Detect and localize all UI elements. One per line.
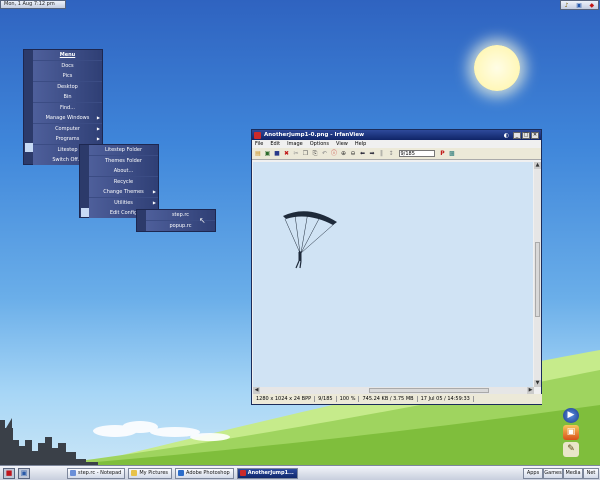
menu-item-litestep-folder[interactable]: Litestep Folder bbox=[89, 145, 158, 155]
menu-bar: File Edit Image Options View Help bbox=[252, 140, 541, 148]
paste-icon[interactable]: ⎘ bbox=[311, 150, 319, 158]
zoom-in-icon[interactable]: ⊕ bbox=[340, 150, 348, 158]
image-icon[interactable]: ▩ bbox=[448, 150, 456, 158]
print-icon[interactable]: ↕ bbox=[387, 150, 395, 158]
rollup-icon[interactable]: ◐ bbox=[504, 132, 509, 139]
submenu-arrow-icon: ▶ bbox=[152, 199, 156, 205]
image-canvas[interactable] bbox=[253, 162, 533, 387]
cloud bbox=[93, 421, 230, 441]
submenu-arrow-icon: ▶ bbox=[96, 115, 100, 120]
menu-item-recycle[interactable]: Recycle bbox=[89, 176, 158, 187]
skydiver-image bbox=[283, 211, 337, 269]
slideshow-icon[interactable]: ▣ bbox=[264, 150, 272, 158]
tab-apps[interactable]: Apps bbox=[523, 468, 543, 479]
menu-item-themes-folder[interactable]: Themes Folder bbox=[89, 155, 158, 166]
litestep-menu-checkbox bbox=[25, 142, 33, 152]
menu-edit[interactable]: Edit bbox=[270, 141, 280, 147]
menu-item-desktop[interactable]: Desktop bbox=[33, 81, 102, 92]
cut-icon[interactable]: ✂ bbox=[292, 150, 300, 158]
menu-item-docs[interactable]: Docs bbox=[33, 60, 102, 71]
task-irfanview[interactable]: AnotherJump1... bbox=[236, 467, 298, 479]
notepad-icon bbox=[70, 470, 76, 476]
status-zoom: 100 % bbox=[337, 396, 360, 402]
scroll-up-icon[interactable]: ▲ bbox=[534, 162, 541, 169]
submenu-arrow-icon: ▶ bbox=[96, 136, 100, 141]
status-filesize: 745.24 KB / 3.75 MB bbox=[359, 396, 418, 402]
menu-help[interactable]: Help bbox=[355, 141, 366, 147]
status-date: 17 Jul 05 / 14:59:33 bbox=[418, 396, 474, 402]
menu-item-bin[interactable]: Bin bbox=[33, 92, 102, 102]
mouse-cursor-icon: ↖ bbox=[199, 216, 206, 225]
menu-file[interactable]: File bbox=[255, 141, 263, 147]
window-title: AnotherJump1-0.png - IrfanView bbox=[264, 132, 365, 138]
scroll-down-icon[interactable]: ▼ bbox=[534, 380, 541, 387]
undo-icon[interactable]: ↶ bbox=[321, 150, 329, 158]
save-icon[interactable]: ■ bbox=[273, 150, 281, 158]
menu-item-pics[interactable]: Pics bbox=[33, 71, 102, 81]
photoshop-icon bbox=[178, 470, 185, 476]
status-dimensions: 1280 x 1024 x 24 BPP bbox=[253, 396, 316, 402]
pencil-icon[interactable]: ✎ bbox=[563, 442, 579, 457]
parachute-canopy bbox=[283, 211, 337, 225]
close-button[interactable]: ✕ bbox=[531, 131, 539, 139]
litestep-submenu: Litestep Folder Themes Folder About... R… bbox=[79, 144, 159, 218]
next-icon[interactable]: ➡ bbox=[368, 150, 376, 158]
dock: ▶ ▣ ✎ bbox=[563, 408, 581, 459]
tab-net[interactable]: Net bbox=[583, 468, 599, 479]
irfanview-icon bbox=[239, 470, 246, 476]
irfanview-icon bbox=[254, 131, 261, 139]
vertical-scrollbar[interactable]: ▲ ▼ bbox=[534, 162, 541, 387]
menu-view[interactable]: View bbox=[336, 141, 348, 147]
desktop-button[interactable]: ▣ bbox=[18, 467, 30, 479]
tab-games[interactable]: Games bbox=[543, 468, 563, 479]
menu-image[interactable]: Image bbox=[287, 141, 303, 147]
menu-item-about[interactable]: About... bbox=[89, 166, 158, 176]
page-number-field[interactable]: 9/185 bbox=[398, 150, 435, 157]
horizontal-scrollbar[interactable]: ◀ ▶ bbox=[253, 387, 534, 394]
task-notepad[interactable]: step.rc - Notepad bbox=[67, 467, 126, 479]
city-skyline bbox=[0, 418, 98, 470]
start-button[interactable]: ■ bbox=[3, 467, 15, 479]
title-bar[interactable]: AnotherJump1-0.png - IrfanView ◐ _ □ ✕ bbox=[252, 130, 541, 140]
copy-icon[interactable]: ❐ bbox=[302, 150, 310, 158]
scroll-right-icon[interactable]: ▶ bbox=[527, 387, 534, 394]
taskbar: ■ ▣ step.rc - Notepad My Pictures Adobe … bbox=[0, 465, 600, 480]
menu-item-manage-windows[interactable]: Manage Windows ▶ bbox=[33, 113, 102, 123]
photo-icon[interactable]: ▣ bbox=[563, 425, 579, 440]
parachutist bbox=[295, 251, 302, 269]
menu-item-programs[interactable]: Programs ▶ bbox=[33, 134, 102, 144]
pause-icon[interactable]: ‖ bbox=[378, 150, 386, 158]
maximize-button[interactable]: □ bbox=[522, 131, 530, 139]
toolbar: ▤ ▣ ■ ✖ ✂ ❐ ⎘ ↶ ⓘ ⊕ ⊖ ⬅ ➡ ‖ ↕ 9/185 P ▩ bbox=[252, 148, 541, 160]
menu-item-find[interactable]: Find... bbox=[33, 102, 102, 113]
edit-config-checkbox bbox=[81, 208, 89, 217]
menu-options[interactable]: Options bbox=[310, 141, 329, 147]
info-icon[interactable]: ⓘ bbox=[330, 150, 338, 158]
menu-item-utilities[interactable]: Utilities ▶ bbox=[89, 197, 158, 208]
submenu-arrow-icon: ▶ bbox=[152, 189, 156, 194]
irfanview-window: AnotherJump1-0.png - IrfanView ◐ _ □ ✕ F… bbox=[251, 129, 542, 405]
menu-title: Menu bbox=[33, 50, 102, 60]
submenu-arrow-icon: ▶ bbox=[96, 125, 100, 131]
tab-media[interactable]: Media bbox=[563, 468, 583, 479]
open-folder-icon[interactable]: ▤ bbox=[254, 150, 262, 158]
status-bar: 1280 x 1024 x 24 BPP 9/185 100 % 745.24 … bbox=[253, 394, 542, 404]
status-page: 9/185 bbox=[315, 396, 337, 402]
vertical-scroll-thumb[interactable] bbox=[535, 242, 540, 317]
previous-icon[interactable]: ⬅ bbox=[359, 150, 367, 158]
minimize-button[interactable]: _ bbox=[513, 131, 521, 139]
media-player-icon[interactable]: ▶ bbox=[563, 408, 579, 423]
task-my-pictures[interactable]: My Pictures bbox=[128, 467, 173, 479]
zoom-out-icon[interactable]: ⊖ bbox=[349, 150, 357, 158]
task-photoshop[interactable]: Adobe Photoshop bbox=[175, 467, 234, 479]
scroll-left-icon[interactable]: ◀ bbox=[253, 387, 260, 394]
delete-icon[interactable]: ✖ bbox=[283, 150, 291, 158]
folder-icon bbox=[131, 470, 138, 476]
photoshop-plugin-icon[interactable]: P bbox=[439, 150, 447, 158]
menu-item-change-themes[interactable]: Change Themes ▶ bbox=[89, 187, 158, 197]
menu-item-computer[interactable]: Computer ▶ bbox=[33, 123, 102, 134]
horizontal-scroll-thumb[interactable] bbox=[369, 388, 489, 393]
